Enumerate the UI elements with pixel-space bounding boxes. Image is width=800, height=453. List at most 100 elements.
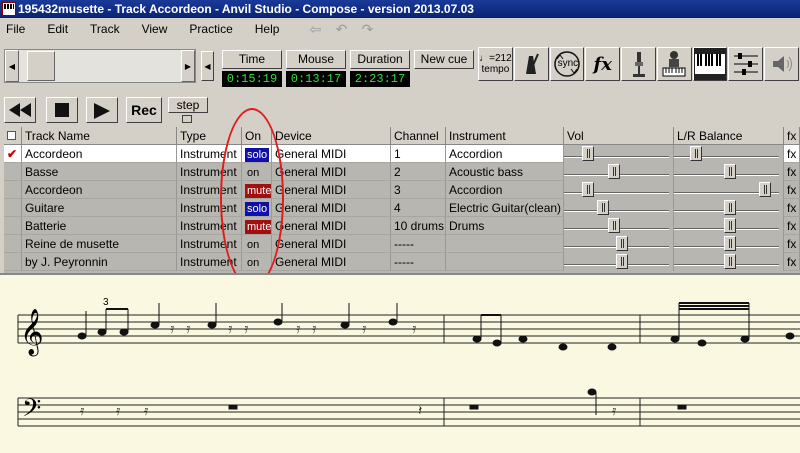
volume-slider[interactable] (564, 163, 674, 181)
volume-slider-knob[interactable] (608, 218, 620, 233)
track-device-cell[interactable]: General MIDI (272, 217, 391, 235)
balance-slider[interactable] (674, 235, 784, 253)
track-select-check[interactable] (4, 163, 22, 181)
track-instrument-cell[interactable]: Drums (446, 217, 564, 235)
microphone-icon[interactable] (621, 47, 656, 81)
balance-slider-knob[interactable] (724, 236, 736, 251)
volume-slider[interactable] (564, 199, 674, 217)
track-row[interactable]: Basse Instrument on General MIDI 2 Acoustic b… (4, 163, 800, 181)
track-row[interactable]: Guitare Instrument solo General MIDI 4 Electr… (4, 199, 800, 217)
menu-track[interactable]: Track (90, 22, 120, 36)
step-slider-handle[interactable] (182, 115, 192, 123)
track-select-check[interactable] (4, 181, 22, 199)
rewind-small-button[interactable]: ◀ (201, 51, 214, 81)
new-cue-button[interactable]: New cue (414, 50, 474, 69)
fx-icon[interactable]: fx (585, 47, 621, 81)
volume-slider[interactable] (564, 217, 674, 235)
balance-slider-knob[interactable] (724, 200, 736, 215)
volume-slider[interactable] (564, 235, 674, 253)
position-scrollbar[interactable]: ◀ ▶ (4, 49, 196, 83)
mixer-icon[interactable] (728, 47, 764, 81)
menu-edit[interactable]: Edit (47, 22, 68, 36)
menu-help[interactable]: Help (255, 22, 280, 36)
volume-slider-knob[interactable] (597, 200, 609, 215)
track-instrument-cell[interactable] (446, 235, 564, 253)
score-view[interactable]: 𝄞 𝄢 3 𝄿 𝄿 𝄿 𝄿 𝄿 𝄿 𝄿 𝄿 𝄿 𝄿 𝄿 𝄽 𝄿 (0, 273, 800, 453)
balance-slider[interactable] (674, 163, 784, 181)
duration-button[interactable]: Duration (350, 50, 410, 69)
menu-practice[interactable]: Practice (189, 22, 232, 36)
piano-keyboard-icon[interactable] (692, 47, 728, 81)
track-fx-cell[interactable]: fx (784, 235, 800, 253)
track-channel-cell[interactable]: ----- (391, 235, 446, 253)
track-channel-cell[interactable]: 1 (391, 145, 446, 163)
header-track-name[interactable]: Track Name (22, 127, 177, 145)
header-balance[interactable]: L/R Balance (674, 127, 784, 145)
track-device-cell[interactable]: General MIDI (272, 235, 391, 253)
track-select-check[interactable]: ✔ (4, 145, 22, 163)
track-channel-cell[interactable]: 10 drums (391, 217, 446, 235)
balance-slider[interactable] (674, 217, 784, 235)
track-fx-cell[interactable]: fx (784, 199, 800, 217)
sync-icon[interactable]: sync (549, 47, 585, 81)
track-name-cell[interactable]: Reine de musette (22, 235, 177, 253)
volume-slider-knob[interactable] (616, 236, 628, 251)
volume-slider-knob[interactable] (582, 146, 594, 161)
track-name-cell[interactable]: Accordeon (22, 181, 177, 199)
balance-slider-knob[interactable] (690, 146, 702, 161)
track-select-check[interactable] (4, 199, 22, 217)
play-button[interactable] (86, 97, 118, 123)
step-button[interactable]: step (168, 97, 208, 113)
track-fx-cell[interactable]: fx (784, 163, 800, 181)
back-arrow-icon[interactable]: ⇦ (305, 21, 325, 37)
track-name-cell[interactable]: Guitare (22, 199, 177, 217)
select-all-checkbox[interactable] (4, 127, 22, 145)
track-select-check[interactable] (4, 253, 22, 271)
volume-slider-knob[interactable] (608, 164, 620, 179)
track-row[interactable]: ✔ Accordeon Instrument solo General MIDI 1 Acc… (4, 145, 800, 163)
header-instrument[interactable]: Instrument (446, 127, 564, 145)
track-fx-cell[interactable]: fx (784, 181, 800, 199)
anvil-studio-app-icon[interactable] (2, 2, 16, 16)
track-device-cell[interactable]: General MIDI (272, 199, 391, 217)
header-device[interactable]: Device (272, 127, 391, 145)
keyboard-player-icon[interactable] (656, 47, 692, 81)
redo-icon[interactable]: ↷ (357, 21, 377, 37)
balance-slider[interactable] (674, 199, 784, 217)
track-instrument-cell[interactable]: Accordion (446, 181, 564, 199)
track-name-cell[interactable]: Basse (22, 163, 177, 181)
volume-slider-knob[interactable] (616, 254, 628, 269)
track-channel-cell[interactable]: 3 (391, 181, 446, 199)
mouse-button[interactable]: Mouse (286, 50, 346, 69)
metronome-icon[interactable] (513, 47, 549, 81)
track-row[interactable]: Accordeon Instrument mute General MIDI 3 Acco… (4, 181, 800, 199)
track-select-check[interactable] (4, 217, 22, 235)
track-instrument-cell[interactable] (446, 253, 564, 271)
balance-slider[interactable] (674, 145, 784, 163)
track-row[interactable]: by J. Peyronnin Instrument on General MIDI -… (4, 253, 800, 271)
track-instrument-cell[interactable]: Acoustic bass (446, 163, 564, 181)
balance-slider-knob[interactable] (724, 164, 736, 179)
balance-slider[interactable] (674, 253, 784, 271)
record-button[interactable]: Rec (126, 97, 162, 123)
track-fx-cell[interactable]: fx (784, 217, 800, 235)
track-device-cell[interactable]: General MIDI (272, 163, 391, 181)
scroll-right-icon[interactable]: ▶ (181, 50, 195, 82)
balance-slider[interactable] (674, 181, 784, 199)
track-fx-cell[interactable]: fx (784, 253, 800, 271)
balance-slider-knob[interactable] (724, 218, 736, 233)
volume-slider[interactable] (564, 253, 674, 271)
track-select-check[interactable] (4, 235, 22, 253)
stop-button[interactable] (46, 97, 78, 123)
track-instrument-cell[interactable]: Accordion (446, 145, 564, 163)
track-row[interactable]: Reine de musette Instrument on General MIDI… (4, 235, 800, 253)
header-channel[interactable]: Channel (391, 127, 446, 145)
track-name-cell[interactable]: by J. Peyronnin (22, 253, 177, 271)
scroll-thumb[interactable] (27, 51, 55, 81)
track-name-cell[interactable]: Batterie (22, 217, 177, 235)
balance-slider-knob[interactable] (759, 182, 771, 197)
header-vol[interactable]: Vol (564, 127, 674, 145)
menu-file[interactable]: File (6, 22, 25, 36)
speaker-icon[interactable] (764, 47, 800, 81)
track-row[interactable]: Batterie Instrument mute General MIDI 10 dru… (4, 217, 800, 235)
